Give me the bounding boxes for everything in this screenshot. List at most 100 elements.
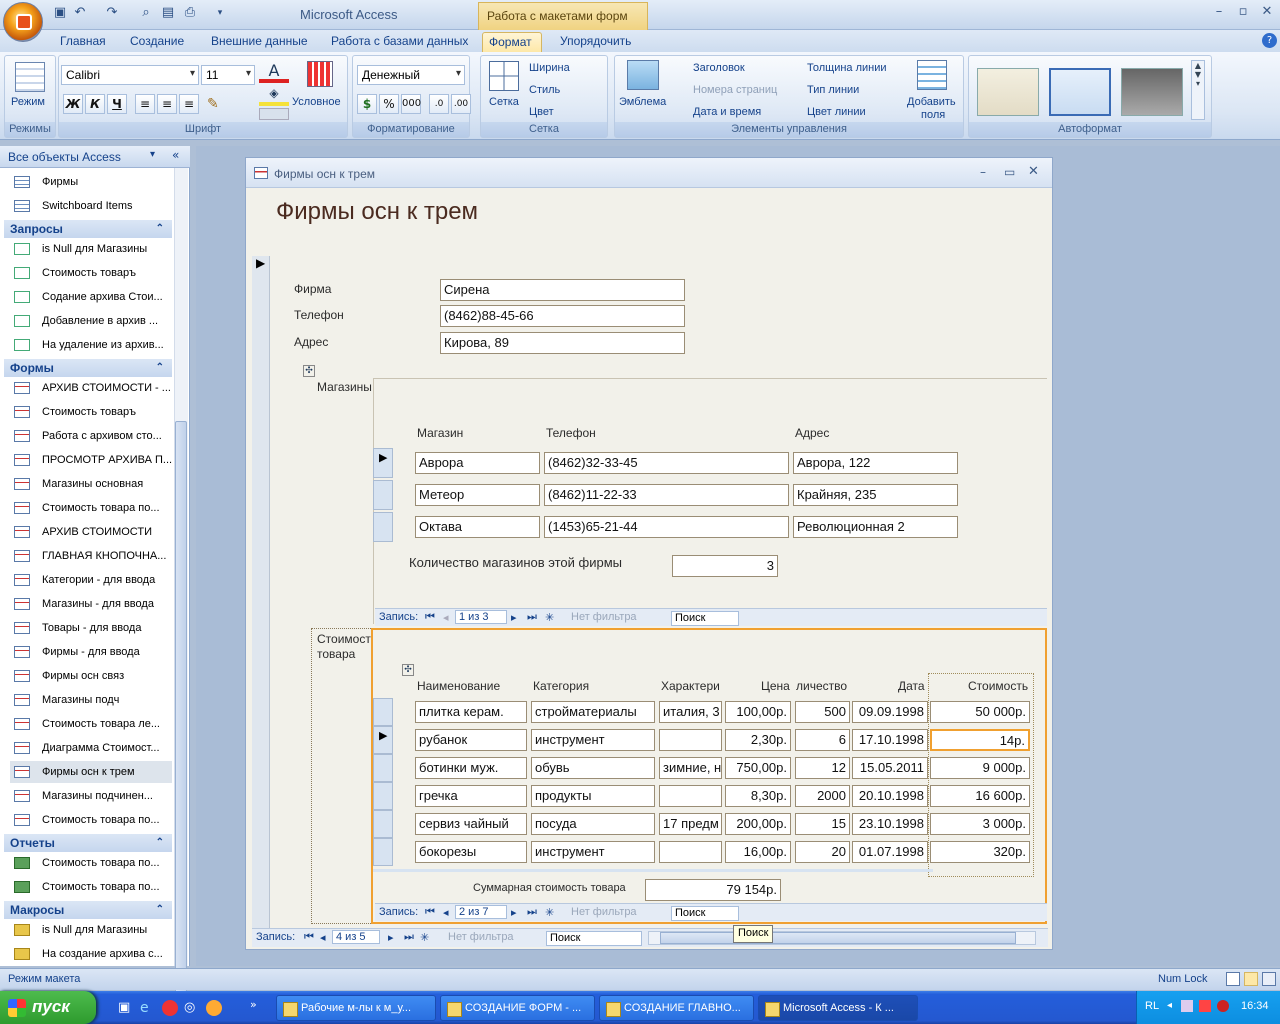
nav-form-item[interactable]: Фирмы - для ввода xyxy=(10,641,172,663)
tab-create[interactable]: Создание xyxy=(124,32,190,52)
gridline-color-icon[interactable] xyxy=(259,108,289,120)
nav-section-forms[interactable]: Формы xyxy=(4,359,172,377)
tab-arrange[interactable]: Упорядочить xyxy=(554,32,637,52)
nav-form-item[interactable]: Магазины - для ввода xyxy=(10,593,172,615)
align-right-icon[interactable]: ≡ xyxy=(179,94,199,114)
goods-date-cell[interactable]: 01.07.1998 xyxy=(852,841,928,863)
next-record-icon[interactable]: ▸ xyxy=(388,931,394,944)
form-restore-icon[interactable]: ▭ xyxy=(1004,165,1015,179)
goods-specs-cell[interactable] xyxy=(659,729,722,751)
redo-icon[interactable]: ↷ xyxy=(104,5,120,21)
autoformat-scroll[interactable]: ▲ ▼ ▾ xyxy=(1191,60,1205,120)
minimize-icon[interactable]: – xyxy=(1210,5,1228,21)
save-icon[interactable]: ▣ xyxy=(52,5,68,21)
align-left-icon[interactable]: ≡ xyxy=(135,94,155,114)
autoformat-option-2[interactable] xyxy=(1049,68,1111,116)
shop-name-cell[interactable]: Аврора xyxy=(415,452,540,474)
goods-price-cell[interactable]: 200,00р. xyxy=(725,813,791,835)
nav-form-item[interactable]: Работа с архивом сто... xyxy=(10,425,172,447)
gridlines-icon[interactable] xyxy=(489,61,519,91)
underline-button[interactable]: Ч xyxy=(107,94,127,114)
goods-category-cell[interactable]: инструмент xyxy=(531,729,655,751)
nav-macro-item[interactable]: is Null для Магазины xyxy=(10,919,172,941)
filter-status[interactable]: Нет фильтра xyxy=(448,931,514,943)
prev-record-icon[interactable]: ◂ xyxy=(443,611,449,624)
layout-view-icon[interactable] xyxy=(1244,972,1258,986)
record-selector-bar[interactable] xyxy=(252,256,270,928)
goods-quantity-cell[interactable]: 15 xyxy=(795,813,850,835)
customize-qat-icon[interactable]: ▾ xyxy=(212,5,228,21)
goods-quantity-cell[interactable]: 2000 xyxy=(795,785,850,807)
logo-button[interactable]: Эмблема xyxy=(619,96,666,108)
goods-price-cell[interactable]: 2,30р. xyxy=(725,729,791,751)
conditional-format-button[interactable]: Условное xyxy=(292,96,341,108)
thousands-button[interactable]: 000 xyxy=(401,94,421,114)
bold-button[interactable]: Ж xyxy=(63,94,83,114)
filter-status[interactable]: Нет фильтра xyxy=(571,611,637,623)
last-record-icon[interactable]: ⏭ xyxy=(527,611,537,624)
nav-form-item[interactable]: ПРОСМОТР АРХИВА П... xyxy=(10,449,172,471)
task-explorer[interactable]: Рабочие м-лы к м_у... xyxy=(276,995,436,1021)
quicklaunch-desktop-icon[interactable]: ▣ xyxy=(118,1000,134,1016)
line-color-menu[interactable]: Цвет линии xyxy=(789,106,866,118)
shop-phone-cell[interactable]: (1453)65-21-44 xyxy=(544,516,789,538)
print-preview-icon[interactable]: ⎙ xyxy=(182,5,198,21)
shop-name-cell[interactable]: Метеор xyxy=(415,484,540,506)
shop-phone-cell[interactable]: (8462)32-33-45 xyxy=(544,452,789,474)
nav-table-item[interactable]: Фирмы xyxy=(10,171,172,193)
tray-antivirus-icon[interactable] xyxy=(1217,1000,1229,1012)
goods-specs-cell[interactable]: 17 предм xyxy=(659,813,722,835)
horizontal-scrollbar-thumb[interactable] xyxy=(660,932,1016,944)
gridlines-button[interactable]: Сетка xyxy=(489,96,519,108)
find-icon[interactable]: ⌕ xyxy=(138,5,154,21)
nav-form-item[interactable]: Магазины подчинен... xyxy=(10,785,172,807)
goods-category-cell[interactable]: стройматериалы xyxy=(531,701,655,723)
goods-row-selector[interactable] xyxy=(373,782,393,810)
form-view-icon[interactable] xyxy=(1226,972,1240,986)
nav-form-item[interactable]: Магазины основная xyxy=(10,473,172,495)
goods-name-cell[interactable]: плитка керам. xyxy=(415,701,527,723)
conditional-format-icon[interactable] xyxy=(307,61,333,87)
nav-form-item[interactable]: Категории - для ввода xyxy=(10,569,172,591)
align-center-icon[interactable]: ≡ xyxy=(157,94,177,114)
goods-name-cell[interactable]: бокорезы xyxy=(415,841,527,863)
nav-section-queries[interactable]: Запросы xyxy=(4,220,172,238)
goods-specs-cell[interactable]: зимние, н xyxy=(659,757,722,779)
first-record-icon[interactable]: ⏮ xyxy=(425,906,435,919)
task-word-1[interactable]: СОЗДАНИЕ ФОРМ - ... xyxy=(440,995,595,1021)
goods-row-selector[interactable] xyxy=(373,698,393,726)
goods-layout-selector-icon[interactable]: ✣ xyxy=(402,664,414,676)
fill-color-icon[interactable]: ◈ xyxy=(259,86,289,106)
nav-pane-header[interactable]: Все объекты Access xyxy=(0,146,190,168)
form-close-icon[interactable]: ✕ xyxy=(1028,164,1039,179)
date-time-button[interactable]: Дата и время xyxy=(677,106,761,118)
shops-row-selector[interactable] xyxy=(373,480,393,510)
nav-section-reports[interactable]: Отчеты xyxy=(4,834,172,852)
tray-arrow-icon[interactable]: ◂ xyxy=(1167,1000,1172,1011)
shop-address-cell[interactable]: Революционная 2 xyxy=(793,516,958,538)
tab-format[interactable]: Формат xyxy=(482,32,542,52)
font-color-icon[interactable]: A xyxy=(259,61,289,83)
format-painter-icon[interactable]: ✎ xyxy=(207,96,225,114)
goods-name-cell[interactable]: рубанок xyxy=(415,729,527,751)
tray-app-icon[interactable] xyxy=(1199,1000,1211,1012)
goods-specs-cell[interactable]: италия, 3 xyxy=(659,701,722,723)
goods-cost-cell[interactable]: 16 600р. xyxy=(930,785,1030,807)
next-record-icon[interactable]: ▸ xyxy=(511,906,517,919)
shops-count-field[interactable]: 3 xyxy=(672,555,778,577)
add-fields-button-line1[interactable]: Добавить xyxy=(907,96,956,108)
nav-form-item[interactable]: Фирмы осн к трем xyxy=(10,761,172,783)
goods-category-cell[interactable]: посуда xyxy=(531,813,655,835)
office-button[interactable] xyxy=(3,2,43,42)
grid-width-menu[interactable]: Ширина xyxy=(529,62,570,74)
nav-form-item[interactable]: Диаграмма Стоимост... xyxy=(10,737,172,759)
nav-query-item[interactable]: На удаление из архив... xyxy=(10,334,172,356)
increase-decimals-icon[interactable]: .0 xyxy=(429,94,449,114)
nav-query-item[interactable]: Стоимость товаръ xyxy=(10,262,172,284)
goods-cost-cell[interactable]: 320р. xyxy=(930,841,1030,863)
goods-row-selector[interactable] xyxy=(373,810,393,838)
nav-scrollbar-thumb[interactable] xyxy=(175,421,187,1024)
autoformat-option-1[interactable] xyxy=(977,68,1039,116)
logo-icon[interactable] xyxy=(627,60,659,90)
design-view-icon[interactable] xyxy=(1262,972,1276,986)
